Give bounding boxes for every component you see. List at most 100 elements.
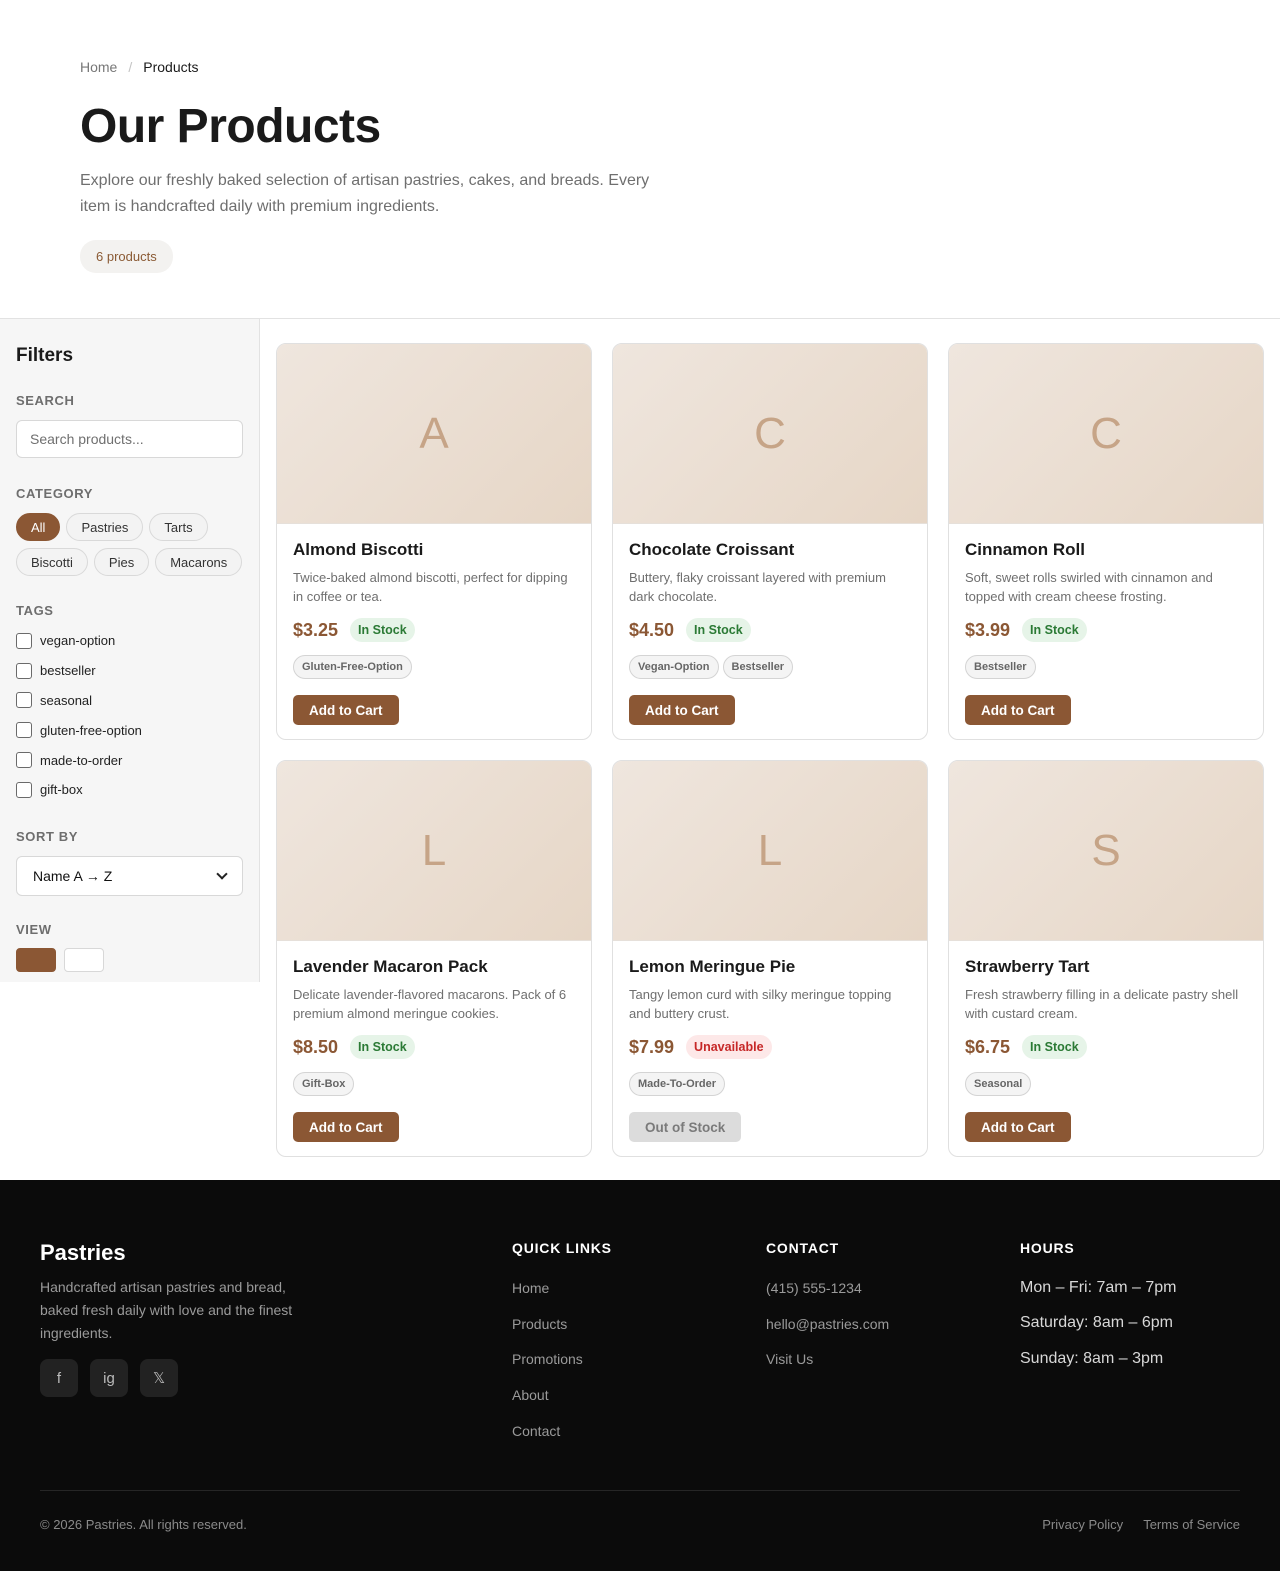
product-tag: Gift-Box (293, 1072, 355, 1096)
footer-description: Handcrafted artisan pastries and bread, … (40, 1279, 293, 1341)
page-title: Our Products (80, 100, 381, 153)
tag-filter-seasonal[interactable]: seasonal (16, 686, 243, 716)
legal-links: Privacy Policy Terms of Service (1042, 1517, 1240, 1532)
product-name[interactable]: Strawberry Tart (965, 957, 1247, 977)
product-price: $8.50 (293, 1036, 339, 1057)
tag-filter-bestseller[interactable]: bestseller (16, 656, 243, 686)
footer-link-contact[interactable]: Contact (512, 1413, 612, 1449)
grid-view-button[interactable] (16, 947, 56, 972)
search-label: Search (16, 393, 75, 408)
footer-link-about[interactable]: About (512, 1377, 612, 1413)
product-image-letter: S (1091, 825, 1121, 875)
product-price: $3.99 (965, 619, 1011, 640)
product-tag: Bestseller (965, 655, 1036, 679)
x-twitter-icon[interactable]: 𝕏 (140, 1359, 178, 1397)
filters-title: Filters (16, 345, 74, 366)
tag-filter-label: gift-box (40, 782, 83, 798)
tag-filter-vegan-option[interactable]: vegan-option (16, 626, 243, 656)
breadcrumb-current: Products (143, 59, 199, 75)
footer-link-home[interactable]: Home (512, 1270, 612, 1306)
contact-column: Contact (415) 555-1234 hello@pastries.co… (766, 1240, 889, 1377)
category-chip-macarons[interactable]: Macarons (155, 548, 243, 576)
tag-filter-gluten-free-option[interactable]: gluten-free-option (16, 715, 243, 745)
product-count-badge: 6 products (80, 240, 173, 273)
product-name[interactable]: Almond Biscotti (293, 540, 575, 560)
quick-links-column: Quick Links Home Products Promotions Abo… (512, 1240, 612, 1449)
product-image-letter: C (1090, 408, 1122, 458)
footer-link-products[interactable]: Products (512, 1306, 612, 1342)
tag-filter-label: seasonal (40, 692, 93, 708)
product-price: $3.25 (293, 619, 339, 640)
sort-select[interactable]: Name A → Z (16, 855, 243, 896)
hours-sunday: Sunday: 8am – 3pm (1020, 1349, 1164, 1367)
product-tag: Made-To-Order (629, 1072, 726, 1096)
product-grid: A Almond Biscotti Twice-baked almond bis… (276, 343, 1264, 1157)
visit-us-link[interactable]: Visit Us (766, 1342, 889, 1378)
add-to-cart-button[interactable]: Add to Cart (293, 695, 399, 725)
copyright-text: © 2026 Pastries. All rights reserved. (40, 1517, 247, 1532)
product-card[interactable]: A Almond Biscotti Twice-baked almond bis… (276, 343, 592, 740)
product-card[interactable]: C Chocolate Croissant Buttery, flaky cro… (612, 343, 928, 740)
product-name[interactable]: Cinnamon Roll (965, 540, 1247, 560)
instagram-icon[interactable]: ig (90, 1359, 128, 1397)
search-input[interactable] (16, 420, 243, 458)
page-description: Explore our freshly baked selection of a… (80, 172, 650, 215)
terms-of-service-link[interactable]: Terms of Service (1143, 1517, 1240, 1532)
breadcrumb-home-link[interactable]: Home (80, 59, 117, 75)
tag-filter-label: vegan-option (40, 633, 116, 649)
category-chip-pastries[interactable]: Pastries (66, 513, 144, 541)
product-name[interactable]: Lavender Macaron Pack (293, 957, 575, 977)
footer-link-promotions[interactable]: Promotions (512, 1342, 612, 1378)
sort-select-value: Name A → Z (33, 867, 113, 884)
product-card[interactable]: C Cinnamon Roll Soft, sweet rolls swirle… (948, 343, 1264, 740)
contact-email-link[interactable]: hello@pastries.com (766, 1306, 889, 1342)
filters-sidebar: Filters Search Category All Pastries Tar… (0, 319, 260, 982)
category-chip-tarts[interactable]: Tarts (149, 513, 208, 541)
hours-column: Hours Mon – Fri: 7am – 7pm Saturday: 8am… (1020, 1240, 1177, 1377)
product-name[interactable]: Lemon Meringue Pie (629, 957, 911, 977)
checkbox[interactable] (16, 662, 32, 679)
contact-phone-link[interactable]: (415) 555-1234 (766, 1270, 889, 1306)
product-card[interactable]: S Strawberry Tart Fresh strawberry filli… (948, 760, 1264, 1157)
stock-badge: In Stock (350, 618, 415, 642)
add-to-cart-button[interactable]: Add to Cart (629, 695, 735, 725)
add-to-cart-button[interactable]: Add to Cart (965, 695, 1071, 725)
product-price: $6.75 (965, 1036, 1011, 1057)
checkbox[interactable] (16, 781, 32, 798)
checkbox[interactable] (16, 752, 32, 769)
product-description: Tangy lemon curd with silky meringue top… (629, 987, 892, 1021)
product-image-placeholder: L (613, 761, 927, 941)
privacy-policy-link[interactable]: Privacy Policy (1042, 1517, 1123, 1532)
view-label: View (16, 921, 52, 937)
list-view-button[interactable] (64, 947, 104, 972)
site-footer: Pastries Handcrafted artisan pastries an… (0, 1180, 1280, 1571)
add-to-cart-button[interactable]: Add to Cart (965, 1112, 1071, 1142)
sort-label: Sort By (16, 828, 78, 844)
breadcrumb-separator: / (128, 59, 133, 75)
hours-saturday: Saturday: 8am – 6pm (1020, 1314, 1173, 1332)
checkbox[interactable] (16, 722, 32, 739)
tag-filter-gift-box[interactable]: gift-box (16, 775, 243, 805)
product-tag: Vegan-Option (629, 655, 719, 679)
add-to-cart-button[interactable]: Add to Cart (293, 1112, 399, 1142)
checkbox[interactable] (16, 632, 32, 649)
breadcrumb: Home / Products (80, 58, 1200, 76)
product-image-placeholder: L (277, 761, 591, 941)
category-chip-biscotti[interactable]: Biscotti (16, 548, 88, 576)
product-tag: Seasonal (965, 1072, 1032, 1096)
footer-brand: Pastries (40, 1240, 126, 1265)
product-image-placeholder: C (613, 344, 927, 524)
checkbox[interactable] (16, 692, 32, 709)
product-price: $7.99 (629, 1036, 675, 1057)
product-card[interactable]: L Lavender Macaron Pack Delicate lavende… (276, 760, 592, 1157)
product-card[interactable]: L Lemon Meringue Pie Tangy lemon curd wi… (612, 760, 928, 1157)
product-description: Soft, sweet rolls swirled with cinnamon … (965, 570, 1213, 604)
product-name[interactable]: Chocolate Croissant (629, 540, 911, 560)
stock-badge: In Stock (1022, 618, 1087, 642)
facebook-icon[interactable]: f (40, 1359, 78, 1397)
category-chip-pies[interactable]: Pies (93, 548, 150, 576)
tag-filter-label: gluten-free-option (40, 722, 142, 738)
category-chip-all[interactable]: All (16, 513, 61, 541)
product-image-placeholder: A (277, 344, 591, 524)
tag-filter-made-to-order[interactable]: made-to-order (16, 745, 243, 775)
